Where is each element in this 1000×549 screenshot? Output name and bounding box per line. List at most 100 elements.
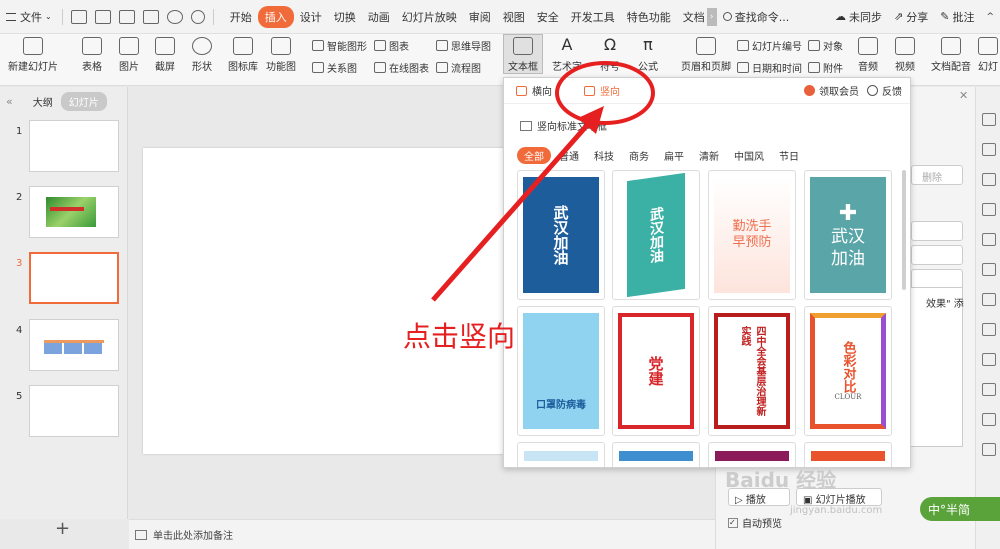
help-icon[interactable] (982, 353, 996, 366)
slide-number-button[interactable]: 幻灯片编号 (737, 38, 802, 53)
category-flat[interactable]: 扁平 (664, 148, 684, 163)
image-button[interactable]: 图片 (119, 37, 139, 73)
tab-features[interactable]: 特色功能 (621, 6, 677, 28)
layout-icon[interactable] (982, 263, 996, 276)
add-slide-button[interactable]: + (55, 518, 70, 539)
chart-button[interactable]: 图表 (374, 38, 409, 53)
tab-animation[interactable]: 动画 (362, 6, 396, 28)
new-slide-button[interactable]: 新建幻灯片 (8, 37, 58, 73)
current-slide[interactable] (143, 148, 508, 454)
tab-review[interactable]: 审阅 (463, 6, 497, 28)
delete-button[interactable]: 删除 (911, 165, 963, 185)
slide-thumbnail-5[interactable]: 5 (0, 385, 128, 441)
share-button[interactable]: ⇗ 分享 (888, 6, 934, 28)
chart-icon[interactable] (982, 413, 996, 426)
print-preview-icon[interactable] (142, 9, 159, 24)
expand-icon[interactable] (982, 323, 996, 336)
audio-button[interactable]: 音频 (858, 37, 878, 73)
header-footer-button[interactable]: 页眉和页脚 (681, 37, 731, 73)
section-title[interactable]: 竖向标准文本框 (520, 118, 607, 133)
tab-security[interactable]: 安全 (531, 6, 565, 28)
tab-view[interactable]: 视图 (497, 6, 531, 28)
tab-insert[interactable]: 插入 (257, 5, 294, 28)
function-chart-button[interactable]: 功能图 (266, 37, 296, 73)
print-icon[interactable] (118, 9, 135, 24)
object-button[interactable]: 对象 (808, 38, 843, 53)
video-button[interactable]: 视频 (895, 37, 915, 73)
tab-document[interactable]: 文档 (677, 6, 707, 28)
tab-slideshow[interactable]: 幻灯片放映 (396, 6, 463, 28)
flowchart-button[interactable]: 流程图 (436, 60, 481, 75)
art-text-button[interactable]: A 艺术字 (552, 37, 582, 74)
collapse-panel-icon[interactable]: « (6, 95, 13, 108)
copy-icon[interactable] (982, 143, 996, 156)
slide-thumbnail-2[interactable]: 2 (0, 186, 128, 242)
smart-shape-button[interactable]: 智能图形 (312, 38, 367, 53)
tab-outline[interactable]: 大纲 (25, 92, 61, 111)
comment-button[interactable]: ✎ 批注 (934, 6, 980, 28)
search-command[interactable]: 查找命令... (717, 6, 796, 28)
slide-thumbnail-1[interactable]: 1 (0, 120, 128, 176)
template-card[interactable]: 四中全会基层治理新实践 (708, 306, 796, 436)
icon-library-button[interactable]: 图标库 (228, 37, 258, 73)
datetime-button[interactable]: 日期和时间 (737, 60, 802, 75)
format-painter-icon[interactable] (94, 9, 111, 24)
animation-icon[interactable] (982, 383, 996, 396)
tab-slides[interactable]: 幻灯片 (60, 91, 107, 111)
category-fresh[interactable]: 清新 (699, 148, 719, 163)
design-icon[interactable] (982, 203, 996, 216)
relation-chart-button[interactable]: 关系图 (312, 60, 357, 75)
template-card[interactable] (517, 442, 605, 467)
template-card[interactable] (612, 442, 700, 467)
autopreview-checkbox[interactable]: ✓ 自动预览 (728, 515, 782, 530)
template-card[interactable]: 色彩对比 CLOUR (804, 306, 892, 436)
category-festival[interactable]: 节日 (779, 148, 799, 163)
save-icon[interactable] (70, 9, 87, 24)
undo-icon[interactable] (166, 9, 183, 24)
category-all[interactable]: 全部 (517, 146, 551, 164)
property-dropdown[interactable] (911, 221, 963, 241)
star-icon[interactable] (982, 113, 996, 126)
mindmap-button[interactable]: 思维导图 (436, 38, 491, 53)
template-card[interactable]: 勤洗手早预防 (708, 170, 796, 300)
symbol-button[interactable]: Ω 符号 (600, 37, 620, 74)
scroll-right-icon[interactable]: › (706, 7, 717, 26)
ribbon-collapse-button[interactable]: ^ (980, 6, 1000, 28)
ime-status-bar[interactable]: 中°半简 (920, 497, 1000, 521)
adjust-icon[interactable] (982, 293, 996, 306)
tab-transition[interactable]: 切换 (328, 6, 362, 28)
feedback-link[interactable]: 反馈 (867, 83, 902, 98)
online-chart-button[interactable]: 在线图表 (374, 60, 429, 75)
category-chinese-style[interactable]: 中国风 (734, 148, 764, 163)
template-card[interactable]: 口罩防病毒 (517, 306, 605, 436)
tab-design[interactable]: 设计 (294, 6, 328, 28)
shape-button[interactable]: 形状 (192, 37, 212, 73)
shapes-icon[interactable] (982, 173, 996, 186)
redo-icon[interactable] (190, 9, 205, 24)
tab-horizontal[interactable]: 横向 (516, 83, 552, 98)
template-card[interactable]: 党建 (612, 306, 700, 436)
tab-developer[interactable]: 开发工具 (565, 6, 621, 28)
property-dropdown[interactable] (911, 269, 963, 289)
slide-thumbnail-3[interactable]: 3 (0, 252, 128, 308)
slide-thumbnail-4[interactable]: 4 (0, 319, 128, 375)
tab-home[interactable]: 开始 (224, 6, 258, 28)
more-icon[interactable] (982, 443, 996, 456)
template-card[interactable]: 武汉加油 (517, 170, 605, 300)
sync-status[interactable]: ☁ 未同步 (829, 6, 888, 28)
template-card[interactable]: ✚ 武汉加油 (804, 170, 892, 300)
more-slide-button[interactable]: 幻灯 (978, 37, 998, 73)
textbox-button[interactable]: 文本框 (503, 34, 543, 74)
template-card[interactable]: 武汉加油 (612, 170, 700, 300)
property-dropdown[interactable] (911, 245, 963, 265)
category-tech[interactable]: 科技 (594, 148, 614, 163)
category-normal[interactable]: 普通 (559, 148, 579, 163)
doc-voice-button[interactable]: 文档配音 (931, 37, 971, 73)
table-button[interactable]: 表格 (82, 37, 102, 73)
vip-link[interactable]: 领取会员 (804, 83, 859, 98)
gallery-scrollbar[interactable] (902, 170, 906, 290)
formula-button[interactable]: π 公式 (638, 37, 658, 74)
close-icon[interactable]: ✕ (959, 89, 968, 102)
widgets-icon[interactable] (982, 233, 996, 246)
category-business[interactable]: 商务 (629, 148, 649, 163)
